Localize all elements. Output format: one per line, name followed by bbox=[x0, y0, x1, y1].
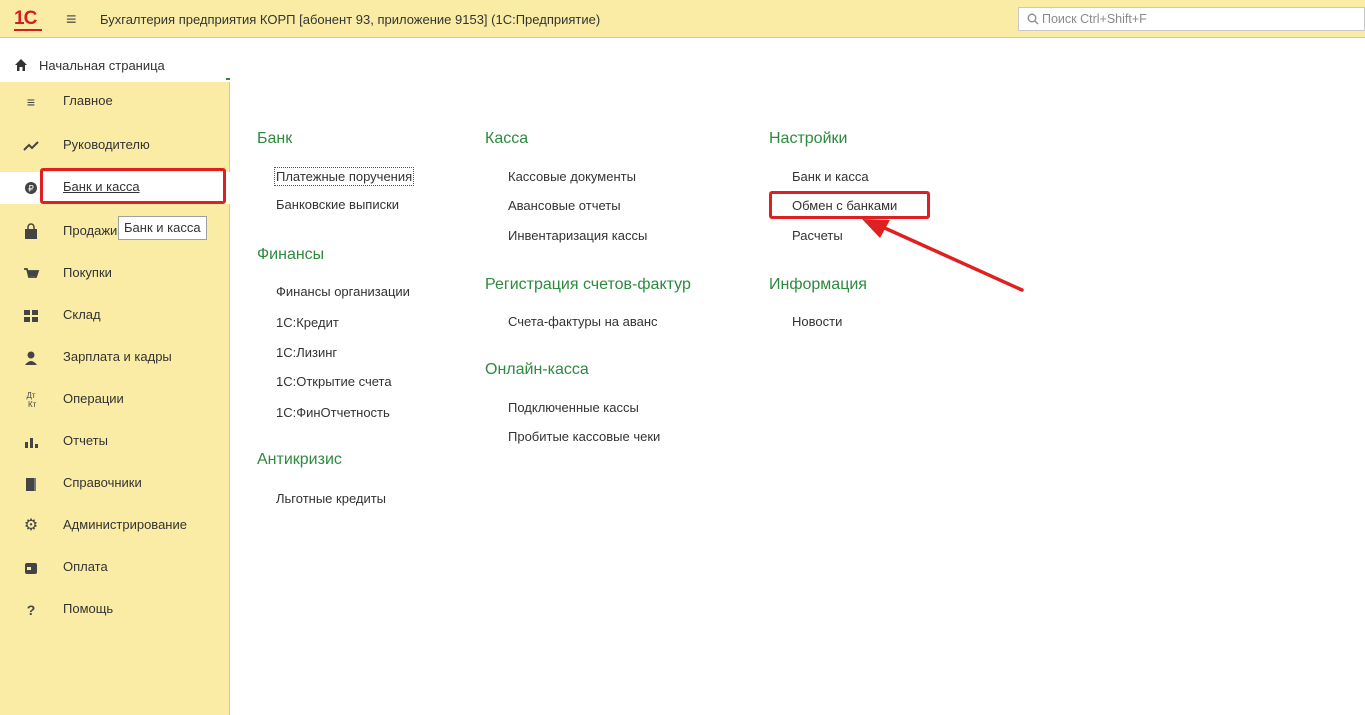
link-advance-invoices[interactable]: Счета-фактуры на аванс bbox=[508, 314, 658, 329]
hamburger-menu-icon[interactable]: ≡ bbox=[66, 10, 77, 28]
sidebar-item-label: Продажи bbox=[63, 223, 118, 238]
annotation-arrow-icon bbox=[862, 219, 1024, 292]
sidebar-item-main[interactable]: ≡ Главное bbox=[0, 86, 230, 118]
active-tab-marker bbox=[226, 78, 230, 80]
wallet-icon bbox=[22, 559, 40, 577]
section-title-bank: Банк bbox=[257, 130, 293, 147]
logo-underline bbox=[14, 29, 42, 31]
sidebar-item-payment[interactable]: Оплата bbox=[0, 552, 230, 584]
question-icon: ? bbox=[26, 602, 36, 618]
sidebar-item-label: Администрирование bbox=[63, 517, 187, 532]
sidebar-item-label: Зарплата и кадры bbox=[63, 349, 172, 364]
sidebar-item-manager[interactable]: Руководителю bbox=[0, 130, 230, 162]
link-bank-statements[interactable]: Банковские выписки bbox=[276, 197, 399, 212]
sidebar-item-warehouse[interactable]: Склад bbox=[0, 300, 230, 332]
gear-icon: ⚙ bbox=[23, 517, 39, 534]
search-input[interactable]: Поиск Ctrl+Shift+F bbox=[1018, 7, 1365, 31]
section-title-settings: Настройки bbox=[769, 130, 848, 147]
sidebar-item-administration[interactable]: ⚙ Администрирование bbox=[0, 510, 230, 542]
sidebar-item-help[interactable]: ? Помощь bbox=[0, 594, 230, 626]
home-tab[interactable]: Начальная страница bbox=[0, 50, 230, 82]
link-cash-inventory[interactable]: Инвентаризация кассы bbox=[508, 228, 647, 243]
trend-icon bbox=[22, 137, 40, 155]
link-company-finance[interactable]: Финансы организации bbox=[276, 284, 410, 299]
search-icon bbox=[1027, 13, 1039, 25]
link-bank-cash-settings[interactable]: Банк и касса bbox=[792, 169, 869, 184]
section-title-online-cash: Онлайн-касса bbox=[485, 361, 589, 378]
home-tab-label: Начальная страница bbox=[39, 58, 165, 73]
sidebar-item-catalogs[interactable]: Справочники bbox=[0, 468, 230, 500]
link-1c-leasing[interactable]: 1С:Лизинг bbox=[276, 345, 337, 360]
app-title: Бухгалтерия предприятия КОРП [абонент 93… bbox=[100, 12, 601, 27]
search-placeholder: Поиск Ctrl+Shift+F bbox=[1042, 12, 1147, 26]
sidebar-item-salary[interactable]: Зарплата и кадры bbox=[0, 342, 230, 374]
sidebar-item-label: Главное bbox=[63, 93, 113, 108]
sidebar-item-label: Справочники bbox=[63, 475, 142, 490]
sidebar-item-purchases[interactable]: Покупки bbox=[0, 258, 230, 290]
link-1c-credit[interactable]: 1С:Кредит bbox=[276, 315, 339, 330]
link-news[interactable]: Новости bbox=[792, 314, 842, 329]
sidebar-item-label: Помощь bbox=[63, 601, 114, 616]
tooltip: Банк и касса bbox=[118, 216, 207, 240]
link-settlements[interactable]: Расчеты bbox=[792, 228, 843, 243]
link-1c-fin-reporting[interactable]: 1С:ФинОтчетность bbox=[276, 405, 390, 420]
link-connected-registers[interactable]: Подключенные кассы bbox=[508, 400, 639, 415]
link-advance-reports[interactable]: Авансовые отчеты bbox=[508, 198, 621, 213]
highlight-box-sidebar bbox=[40, 168, 226, 204]
sidebar-item-operations[interactable]: Дт Кт Операции bbox=[0, 384, 230, 416]
home-icon bbox=[15, 59, 27, 71]
link-cash-documents[interactable]: Кассовые документы bbox=[508, 169, 636, 184]
section-title-cash: Касса bbox=[485, 130, 529, 147]
list-icon: ≡ bbox=[26, 94, 36, 110]
app-logo[interactable]: 1С bbox=[14, 9, 37, 29]
sidebar-item-reports[interactable]: Отчеты bbox=[0, 426, 230, 458]
sidebar-item-label: Склад bbox=[63, 307, 101, 322]
book-icon bbox=[22, 475, 40, 493]
bar-chart-icon bbox=[22, 433, 40, 451]
debit-credit-icon: Дт Кт bbox=[25, 391, 37, 409]
person-icon bbox=[22, 349, 40, 367]
cart-icon bbox=[22, 265, 40, 283]
section-title-invoice-registration: Регистрация счетов-фактур bbox=[485, 276, 691, 293]
link-printed-receipts[interactable]: Пробитые кассовые чеки bbox=[508, 429, 660, 444]
sidebar-item-label: Покупки bbox=[63, 265, 112, 280]
coin-icon: ₽ bbox=[22, 179, 40, 197]
bag-icon bbox=[22, 223, 40, 241]
link-preferential-loans[interactable]: Льготные кредиты bbox=[276, 491, 386, 506]
section-title-finance: Финансы bbox=[257, 246, 325, 263]
sidebar-item-label: Отчеты bbox=[63, 433, 108, 448]
title-bar: 1С ≡ Бухгалтерия предприятия КОРП [абоне… bbox=[0, 0, 1365, 38]
sidebar-item-label: Операции bbox=[63, 391, 124, 406]
link-1c-account-opening[interactable]: 1С:Открытие счета bbox=[276, 374, 392, 389]
sidebar-item-label: Руководителю bbox=[63, 137, 150, 152]
sidebar-item-label: Оплата bbox=[63, 559, 108, 574]
warehouse-icon bbox=[22, 307, 40, 325]
section-title-anticrisis: Антикризис bbox=[257, 451, 342, 468]
svg-text:₽: ₽ bbox=[28, 185, 34, 195]
link-payment-orders[interactable]: Платежные поручения bbox=[273, 167, 415, 186]
